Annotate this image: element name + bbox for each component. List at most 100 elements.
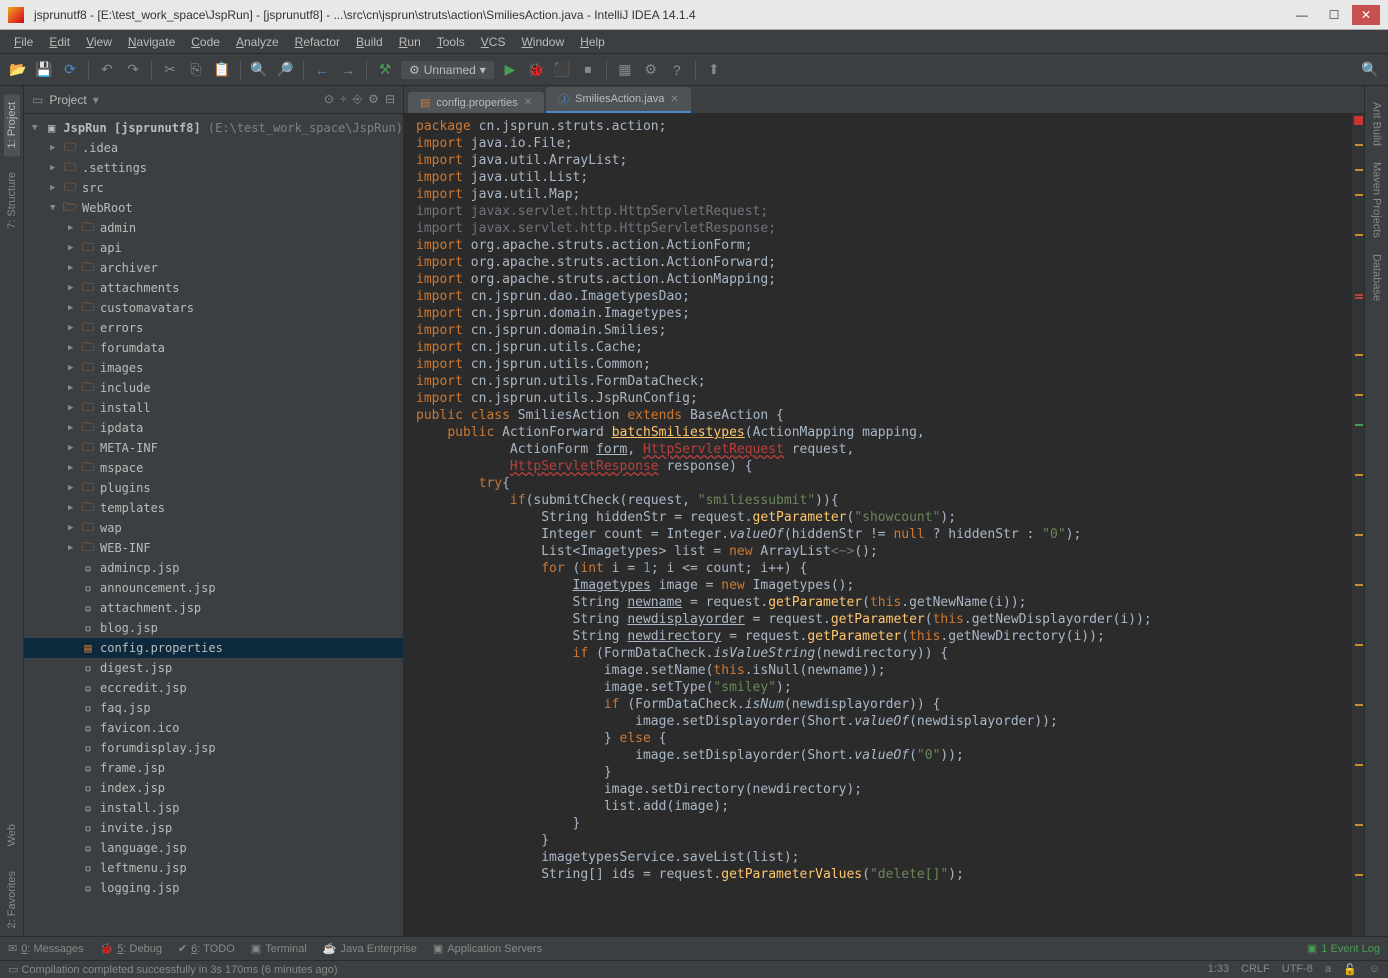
code-editor[interactable]: package cn.jsprun.struts.action; import … — [404, 114, 1352, 936]
tree-arrow-icon[interactable]: ▶ — [50, 163, 62, 173]
line-separator[interactable]: CRLF — [1241, 963, 1270, 976]
settings-gear-icon[interactable]: ⚙ — [368, 92, 379, 107]
maximize-button[interactable]: ☐ — [1320, 5, 1348, 25]
tree-arrow-icon[interactable]: ▼ — [32, 123, 44, 133]
tree-row[interactable]: ▼▣JspRun [jsprunutf8] (E:\test_work_spac… — [24, 118, 403, 138]
tree-arrow-icon[interactable]: ▶ — [68, 383, 80, 393]
back-icon[interactable]: ← — [312, 60, 332, 80]
tree-row[interactable]: ▫forumdisplay.jsp — [24, 738, 403, 758]
search-everywhere-icon[interactable]: 🔍 — [1360, 60, 1380, 80]
tree-row[interactable]: ▶🗀attachments — [24, 278, 403, 298]
tree-arrow-icon[interactable]: ▶ — [68, 323, 80, 333]
tree-row[interactable]: ▶🗀customavatars — [24, 298, 403, 318]
coverage-icon[interactable]: ⬛ — [552, 60, 572, 80]
menu-analyze[interactable]: Analyze — [230, 33, 285, 51]
expand-icon[interactable]: ÷ — [340, 92, 347, 107]
menu-help[interactable]: Help — [574, 33, 611, 51]
copy-icon[interactable]: ⎘ — [186, 60, 206, 80]
tree-arrow-icon[interactable]: ▶ — [68, 283, 80, 293]
menu-tools[interactable]: Tools — [431, 33, 471, 51]
menu-edit[interactable]: Edit — [43, 33, 76, 51]
tree-row[interactable]: ▶🗀forumdata — [24, 338, 403, 358]
stop-icon[interactable]: ⏹ — [578, 60, 598, 80]
tree-row[interactable]: ▫invite.jsp — [24, 818, 403, 838]
lock-icon[interactable]: 🔓 — [1343, 963, 1357, 976]
collapse-icon[interactable]: ⊙ — [324, 92, 334, 107]
tree-arrow-icon[interactable]: ▶ — [68, 543, 80, 553]
bottombar-item[interactable]: ☕Java Enterprise — [323, 942, 417, 955]
editor-tab[interactable]: ⒿSmiliesAction.java✕ — [546, 87, 691, 113]
event-log[interactable]: ▣1 Event Log — [1307, 942, 1380, 955]
close-button[interactable]: ✕ — [1352, 5, 1380, 25]
tree-row[interactable]: ▶🗀.settings — [24, 158, 403, 178]
open-icon[interactable]: 📂 — [8, 60, 28, 80]
tree-row[interactable]: ▫blog.jsp — [24, 618, 403, 638]
tree-arrow-icon[interactable]: ▶ — [68, 243, 80, 253]
hide-icon[interactable]: ⊟ — [385, 92, 395, 107]
hektor-icon[interactable]: ☺ — [1369, 963, 1380, 976]
tab-structure[interactable]: 7: Structure — [4, 164, 20, 237]
editor-tab[interactable]: ▤config.properties✕ — [408, 92, 544, 113]
tree-row[interactable]: ▶🗀mspace — [24, 458, 403, 478]
tree-row[interactable]: ▫attachment.jsp — [24, 598, 403, 618]
tree-row[interactable]: ▫frame.jsp — [24, 758, 403, 778]
tree-row[interactable]: ▫language.jsp — [24, 838, 403, 858]
tree-arrow-icon[interactable]: ▶ — [68, 443, 80, 453]
tree-row[interactable]: ▶🗀META-INF — [24, 438, 403, 458]
paste-icon[interactable]: 📋 — [212, 60, 232, 80]
tree-arrow-icon[interactable]: ▶ — [68, 223, 80, 233]
cursor-position[interactable]: 1:33 — [1208, 963, 1229, 976]
save-icon[interactable]: 💾 — [34, 60, 54, 80]
undo-icon[interactable]: ↶ — [97, 60, 117, 80]
bottombar-item[interactable]: ▣Terminal — [251, 942, 307, 955]
menu-vcs[interactable]: VCS — [475, 33, 512, 51]
tab-web[interactable]: Web — [4, 816, 20, 854]
tree-row[interactable]: ▫logging.jsp — [24, 878, 403, 898]
tree-row[interactable]: ▫install.jsp — [24, 798, 403, 818]
find-icon[interactable]: 🔍 — [249, 60, 269, 80]
tab-maven[interactable]: Maven Projects — [1369, 154, 1385, 246]
menu-navigate[interactable]: Navigate — [122, 33, 181, 51]
tree-arrow-icon[interactable]: ▶ — [68, 483, 80, 493]
tab-database[interactable]: Database — [1369, 246, 1385, 309]
sync-icon[interactable]: ⟳ — [60, 60, 80, 80]
bottombar-item[interactable]: ▣Application Servers — [433, 942, 542, 955]
build-icon[interactable]: ⚒ — [375, 60, 395, 80]
insert-mode[interactable]: a — [1325, 963, 1331, 976]
tree-arrow-icon[interactable]: ▶ — [68, 503, 80, 513]
close-tab-icon[interactable]: ✕ — [524, 97, 532, 108]
replace-icon[interactable]: 🔎 — [275, 60, 295, 80]
tree-arrow-icon[interactable]: ▶ — [68, 403, 80, 413]
tree-arrow-icon[interactable]: ▶ — [50, 183, 62, 193]
structure-icon[interactable]: ▦ — [615, 60, 635, 80]
tree-row[interactable]: ▫eccredit.jsp — [24, 678, 403, 698]
tree-row[interactable]: ▶🗀images — [24, 358, 403, 378]
tree-row[interactable]: ▶🗀templates — [24, 498, 403, 518]
tree-row[interactable]: ▶🗀ipdata — [24, 418, 403, 438]
tree-row[interactable]: ▶🗀install — [24, 398, 403, 418]
tree-row[interactable]: ▫faq.jsp — [24, 698, 403, 718]
tree-arrow-icon[interactable]: ▶ — [68, 423, 80, 433]
minimize-button[interactable]: — — [1288, 5, 1316, 25]
menu-build[interactable]: Build — [350, 33, 389, 51]
tab-project[interactable]: 1: Project — [4, 94, 20, 156]
tree-row[interactable]: ▫favicon.ico — [24, 718, 403, 738]
tab-ant-build[interactable]: Ant Build — [1369, 94, 1385, 154]
tree-arrow-icon[interactable]: ▶ — [68, 303, 80, 313]
close-tab-icon[interactable]: ✕ — [670, 94, 678, 105]
settings-icon[interactable]: ⚙ — [641, 60, 661, 80]
tree-row[interactable]: ▶🗀errors — [24, 318, 403, 338]
view-dropdown-icon[interactable]: ▾ — [93, 93, 99, 107]
bottombar-item[interactable]: 🐞5: Debug — [100, 942, 162, 955]
tree-row[interactable]: ▶🗀.idea — [24, 138, 403, 158]
bottombar-item[interactable]: ✔6: TODO — [178, 942, 235, 955]
tree-row[interactable]: ▤config.properties — [24, 638, 403, 658]
deploy-icon[interactable]: ⬆ — [704, 60, 724, 80]
tree-row[interactable]: ▫announcement.jsp — [24, 578, 403, 598]
tree-arrow-icon[interactable]: ▶ — [68, 463, 80, 473]
menu-view[interactable]: View — [80, 33, 118, 51]
scroll-to-icon[interactable]: ⎆ — [353, 92, 363, 107]
menu-window[interactable]: Window — [515, 33, 570, 51]
tree-row[interactable]: ▶🗀archiver — [24, 258, 403, 278]
project-tree[interactable]: ▼▣JspRun [jsprunutf8] (E:\test_work_spac… — [24, 114, 403, 936]
